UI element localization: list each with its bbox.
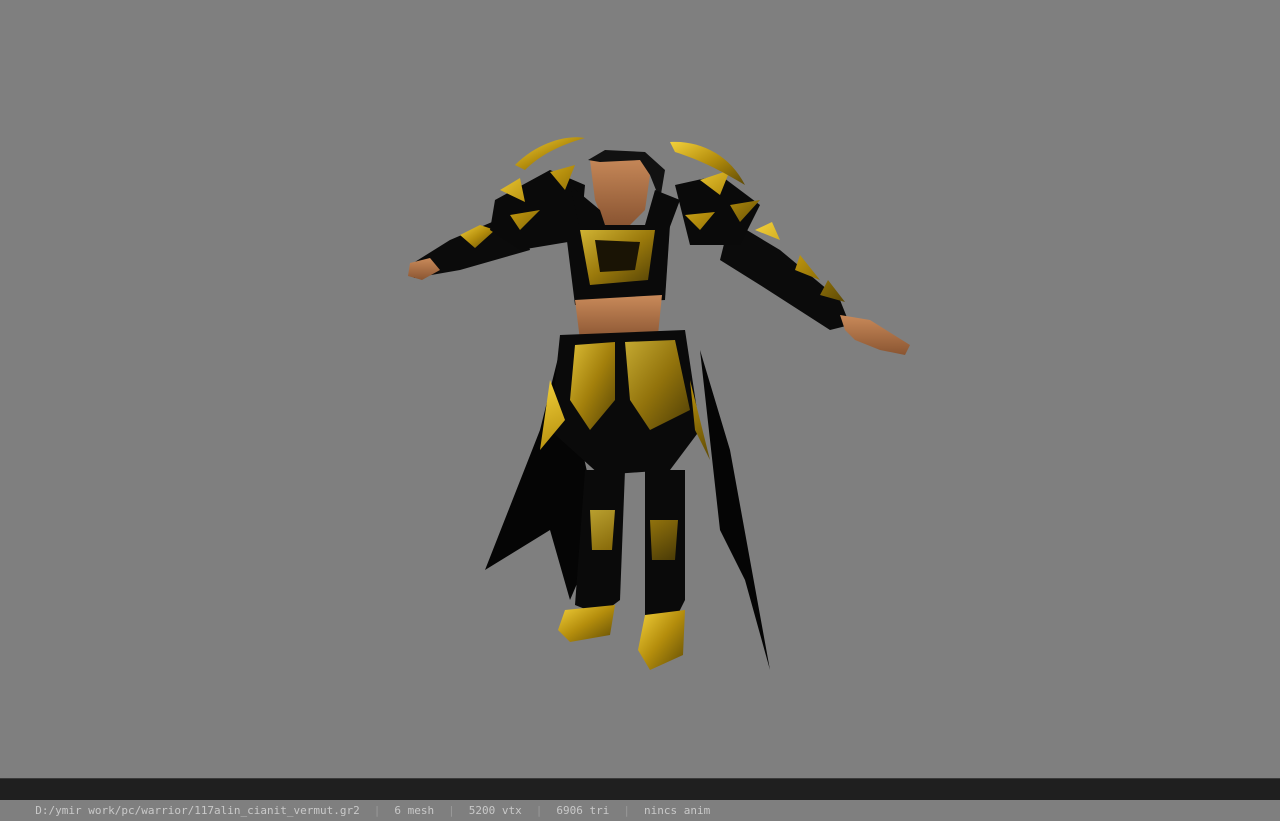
separator: | [535,804,543,817]
vertex-count-text: 5200 vtx [468,804,522,817]
mesh-count-text: 6 mesh [394,804,435,817]
separator: | [448,804,455,817]
animation-status-text: nincs anim [643,804,711,817]
status-bar: D:/ymir work/pc/warrior/117alin_cianit_v… [0,778,1280,817]
character-model [408,137,910,670]
separator: | [623,804,630,817]
separator: | [373,804,381,817]
triangle-count-text: 6906 tri [556,804,610,817]
file-path-text: D:/ymir work/pc/warrior/117alin_cianit_v… [35,804,360,817]
3d-viewport[interactable] [0,0,1280,778]
